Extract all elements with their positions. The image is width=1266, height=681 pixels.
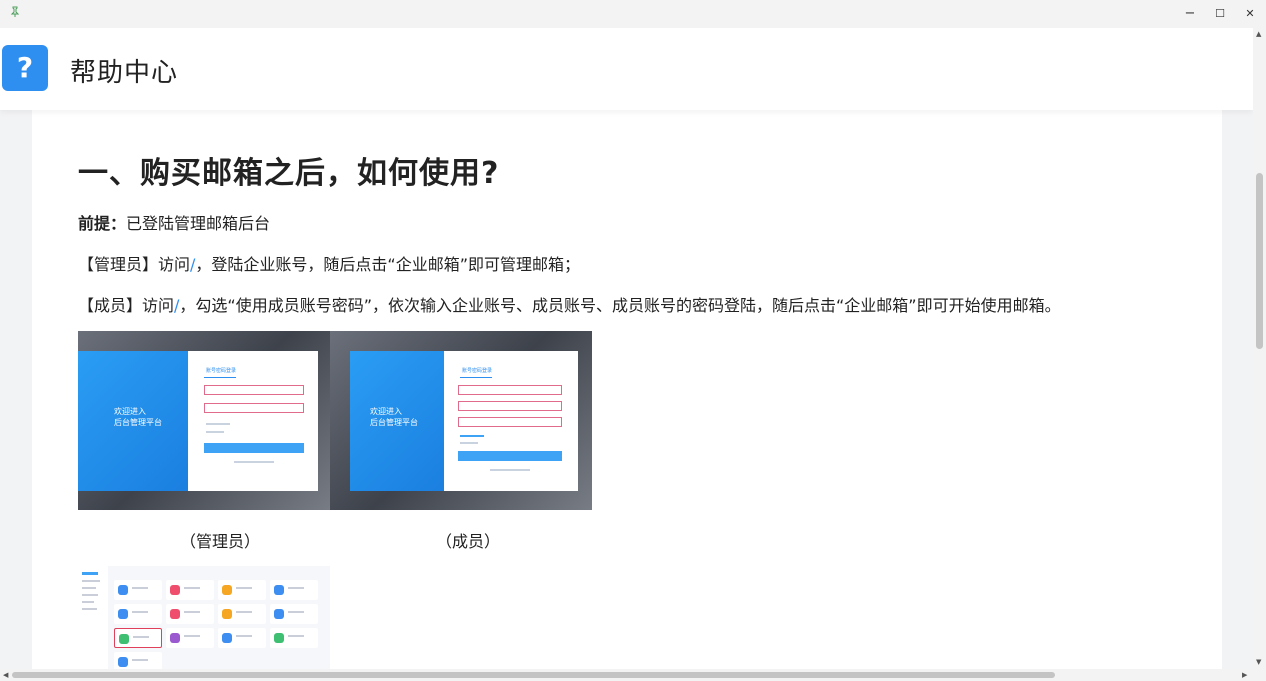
admin-suffix: ，登陆企业账号，随后点击“企业邮箱”即可管理邮箱； bbox=[195, 255, 580, 274]
app-card bbox=[218, 604, 266, 624]
checked-option-line bbox=[460, 435, 484, 437]
login-button bbox=[204, 443, 304, 453]
caption-admin: （管理员） bbox=[180, 532, 261, 551]
welcome-line-2: 后台管理平台 bbox=[370, 418, 418, 427]
page-title: 帮助中心 bbox=[70, 58, 179, 88]
section-heading: 一、购买邮箱之后，如何使用? bbox=[78, 156, 500, 191]
welcome-line-2: 后台管理平台 bbox=[114, 418, 162, 427]
app-card bbox=[218, 580, 266, 600]
app-card bbox=[270, 628, 318, 648]
vertical-scrollbar[interactable]: ▲ ▼ bbox=[1253, 28, 1266, 669]
welcome-text: 欢迎进入 后台管理平台 bbox=[370, 406, 418, 428]
app-card bbox=[166, 580, 214, 600]
dashboard-sidebar bbox=[78, 566, 108, 669]
footer-line bbox=[234, 461, 274, 463]
dashboard-screenshot bbox=[78, 566, 330, 669]
member-password-field bbox=[458, 417, 562, 427]
account-field bbox=[204, 385, 304, 395]
member-account-field bbox=[458, 401, 562, 411]
vertical-scroll-thumb[interactable] bbox=[1256, 173, 1263, 349]
title-bar: − ☐ ✕ bbox=[0, 0, 1266, 28]
login-button bbox=[458, 451, 562, 461]
app-card bbox=[270, 580, 318, 600]
password-field bbox=[204, 403, 304, 413]
login-tab-label: 账号密码登录 bbox=[462, 368, 493, 374]
company-field bbox=[458, 385, 562, 395]
app-card-highlighted bbox=[114, 628, 162, 648]
login-tab-label: 账号密码登录 bbox=[206, 368, 237, 374]
maximize-button[interactable]: ☐ bbox=[1210, 4, 1230, 24]
premise-text: 已登陆管理邮箱后台 bbox=[126, 214, 271, 233]
welcome-line-1: 欢迎进入 bbox=[370, 407, 402, 416]
pin-icon[interactable] bbox=[8, 6, 22, 20]
premise-label: 前提： bbox=[78, 214, 127, 233]
article-body: 一、购买邮箱之后，如何使用? 前提：已登陆管理邮箱后台 【管理员】访问/，登陆企… bbox=[32, 110, 1222, 669]
login-form-panel: 账号密码登录 bbox=[188, 351, 318, 491]
scroll-right-icon[interactable]: ▶ bbox=[1242, 671, 1247, 679]
app-card bbox=[270, 604, 318, 624]
welcome-line-1: 欢迎进入 bbox=[114, 407, 146, 416]
scroll-left-icon[interactable]: ◀ bbox=[3, 671, 8, 679]
member-paragraph: 【成员】访问/，勾选“使用成员账号密码”，依次输入企业账号、成员账号、成员账号的… bbox=[78, 292, 1061, 316]
welcome-text: 欢迎进入 后台管理平台 bbox=[114, 406, 162, 428]
app-card bbox=[114, 652, 162, 669]
option-line-1 bbox=[206, 423, 230, 425]
welcome-panel: 欢迎进入 后台管理平台 bbox=[78, 351, 188, 491]
caption-member: （成员） bbox=[436, 532, 501, 551]
admin-login-screenshot: 欢迎进入 后台管理平台 账号密码登录 bbox=[78, 331, 330, 510]
welcome-panel: 欢迎进入 后台管理平台 bbox=[350, 351, 444, 491]
app-card bbox=[218, 628, 266, 648]
option-line-2 bbox=[206, 431, 224, 433]
admin-paragraph: 【管理员】访问/，登陆企业账号，随后点击“企业邮箱”即可管理邮箱； bbox=[78, 251, 580, 275]
scroll-down-icon[interactable]: ▼ bbox=[1256, 658, 1261, 666]
footer-line bbox=[490, 469, 530, 471]
app-card bbox=[114, 604, 162, 624]
app-card bbox=[114, 580, 162, 600]
member-login-screenshot: 欢迎进入 后台管理平台 账号密码登录 bbox=[330, 331, 592, 510]
help-logo-icon: ? bbox=[2, 45, 48, 91]
login-form-panel: 账号密码登录 bbox=[444, 351, 578, 491]
app-window: − ☐ ✕ ? 帮助中心 一、购买邮箱之后，如何使用? 前提：已登陆管理邮箱后台… bbox=[0, 0, 1266, 681]
horizontal-scrollbar[interactable]: ◀ ▶ bbox=[0, 669, 1253, 681]
scroll-up-icon[interactable]: ▲ bbox=[1256, 30, 1261, 38]
login-tab-underline bbox=[204, 377, 236, 378]
page-header: ? 帮助中心 bbox=[0, 28, 1253, 110]
premise-paragraph: 前提：已登陆管理邮箱后台 bbox=[78, 210, 270, 234]
help-page: ? 帮助中心 一、购买邮箱之后，如何使用? 前提：已登陆管理邮箱后台 【管理员】… bbox=[0, 28, 1253, 669]
close-button[interactable]: ✕ bbox=[1240, 4, 1260, 24]
app-card bbox=[166, 604, 214, 624]
member-suffix: ，勾选“使用成员账号密码”，依次输入企业账号、成员账号、成员账号的密码登陆，随后… bbox=[179, 296, 1061, 315]
member-prefix: 【成员】访问 bbox=[78, 296, 175, 315]
app-card bbox=[166, 628, 214, 648]
horizontal-scroll-thumb[interactable] bbox=[12, 672, 1055, 678]
admin-prefix: 【管理员】访问 bbox=[78, 255, 191, 274]
option-line bbox=[460, 442, 478, 444]
minimize-button[interactable]: − bbox=[1180, 4, 1200, 24]
login-tab-underline bbox=[460, 377, 492, 378]
